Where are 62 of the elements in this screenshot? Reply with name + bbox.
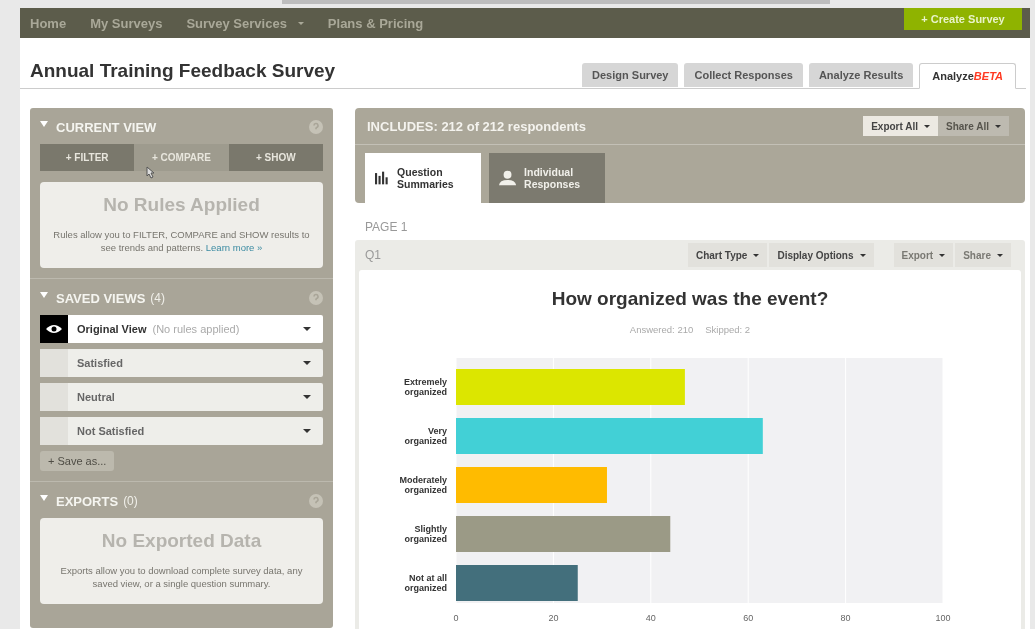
answered-count: Answered: 210 [629,324,694,335]
section-title: CURRENT VIEW [56,119,157,135]
nav-link[interactable]: My Surveys [90,15,163,31]
caret-icon [303,395,311,399]
axis-tick-label: 80 [840,613,851,623]
help-icon[interactable] [309,291,323,305]
respondents-count: INCLUDES: 212 of 212 respondents [367,118,586,134]
question-title: How organized was the event? [550,287,830,310]
empty-description: Rules allow you to FILTER, COMPARE and SHOW results to see trends and patterns. Learn more » [52,228,311,254]
empty-description: Exports allow you to download complete survey data, any saved view, or a single question summary. [59,564,304,590]
empty-title: No Rules Applied [102,194,261,216]
saved-view-item[interactable]: Not Satisfied [40,417,323,445]
nav-link[interactable]: Plans & Pricing [327,15,424,31]
bar-chart-icon [375,169,390,187]
saved-view-item[interactable]: Original View (No rules applied) [40,315,323,343]
axis-tick-label: 40 [645,613,656,623]
category-label: Not at all organized [403,572,447,595]
saved-view-item[interactable]: Neutral [40,383,323,411]
view-tab[interactable]: Question Summaries [365,153,481,203]
count: (4) [150,291,165,305]
axis-tick-label: 100 [935,613,951,623]
toolbar-button[interactable]: Display Options [769,243,874,267]
category-label: Very organized [403,425,447,448]
axis-tick-label: 20 [548,613,559,623]
toolbar-button[interactable]: Chart Type [687,243,768,267]
nav-link[interactable]: Home [30,15,67,31]
category-label: Moderately organized [398,474,447,497]
rule-button[interactable]: + SHOW [228,144,323,171]
axis-tick-label: 0 [453,613,459,623]
page-label: PAGE 1 [365,220,409,234]
learn-more-link[interactable]: Learn more » [205,242,263,253]
help-icon[interactable] [309,494,323,508]
caret-icon [303,429,311,433]
action-button[interactable]: Export All [863,116,938,136]
survey-title: Annual Training Feedback Survey [30,60,337,82]
help-icon[interactable] [309,120,323,134]
eye-icon [45,324,63,334]
nav-link[interactable]: Survey Services [186,15,304,31]
view-name: Not Satisfied [77,425,145,437]
view-tab[interactable]: Individual Responses [489,153,605,203]
view-name: Original View [77,323,147,335]
view-name: Satisfied [77,357,123,369]
section-title: SAVED VIEWS [56,290,146,306]
saved-view-item[interactable]: Satisfied [40,349,323,377]
tab[interactable]: Collect Responses [684,63,803,87]
tab[interactable]: AnalyzeBETA [919,63,1016,89]
view-name: Neutral [77,391,115,403]
rule-button[interactable]: + FILTER [40,144,135,171]
caret-icon [303,327,311,331]
empty-title: No Exported Data [100,530,263,552]
section-title: EXPORTS [56,493,119,509]
view-note: (No rules applied) [152,323,240,335]
category-label: Slightly organized [403,523,447,546]
skipped-count: Skipped: 2 [705,324,751,335]
count: (0) [123,494,138,508]
axis-tick-label: 60 [743,613,754,623]
question-number: Q1 [365,248,381,262]
category-label: Extremely organized [402,376,447,399]
tab[interactable]: Analyze Results [808,63,914,87]
tab[interactable]: Design Survey [582,63,679,87]
caret-icon [303,361,311,365]
save-as-button[interactable]: + Save as... [40,451,115,471]
